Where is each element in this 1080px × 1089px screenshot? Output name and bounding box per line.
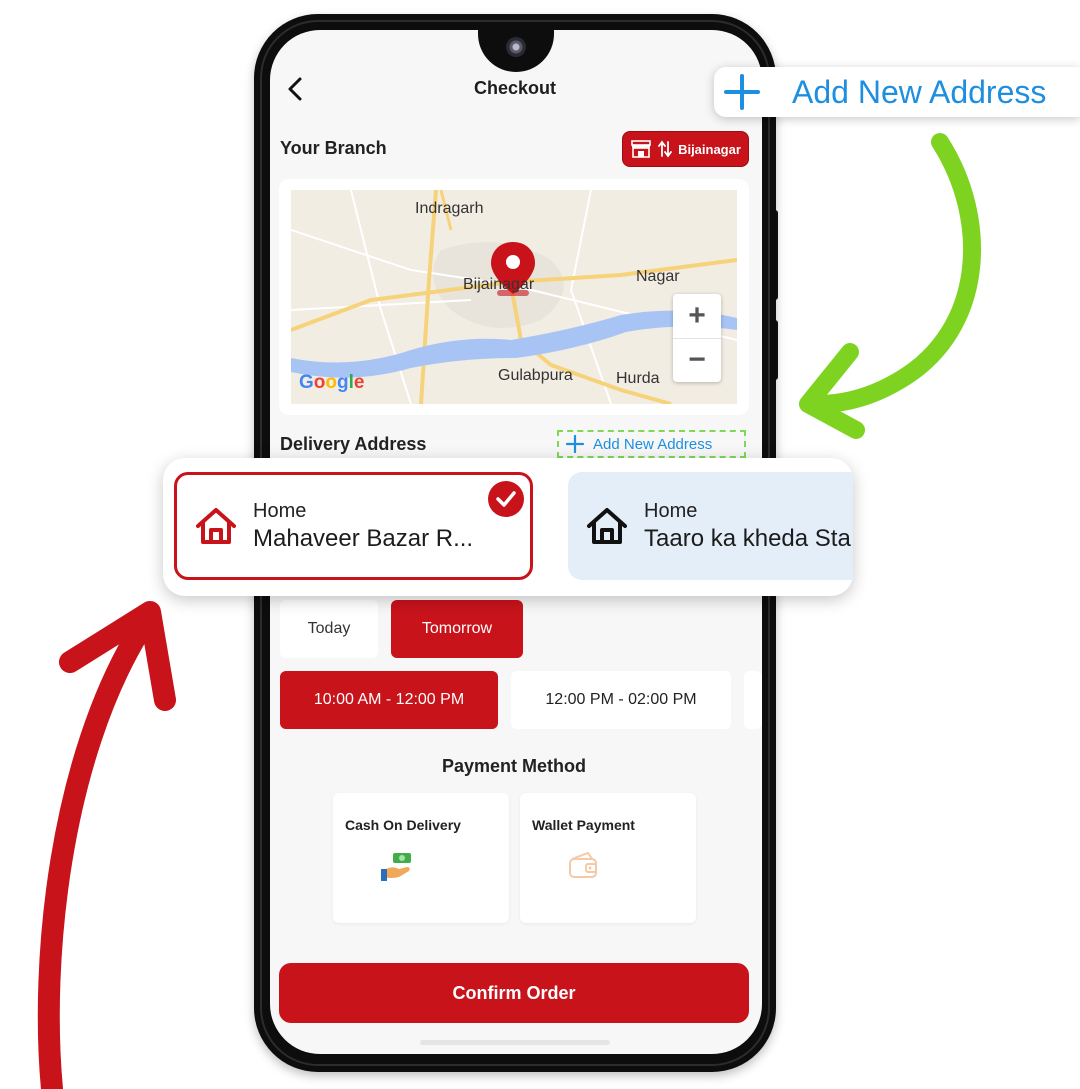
zoom-out-button[interactable]: − [673, 339, 721, 383]
payment-option-wallet[interactable]: Wallet Payment [520, 793, 696, 923]
payment-option-cod[interactable]: Cash On Delivery [333, 793, 509, 923]
delivery-address-label: Delivery Address [280, 434, 427, 454]
add-new-address-callout-label: Add New Address [792, 73, 1047, 110]
back-button[interactable] [282, 74, 310, 104]
selected-check-icon [488, 481, 524, 517]
payment-option-name: Wallet Payment [532, 817, 635, 833]
time-slot-3-partial[interactable] [744, 671, 762, 729]
map-label-bijainagar: Bijainagar [463, 276, 535, 293]
address-text: Home Mahaveer Bazar R... [253, 500, 473, 553]
cash-hand-icon [381, 853, 411, 881]
home-icon [587, 508, 627, 544]
day-tab-today[interactable]: Today [280, 600, 378, 658]
zoom-in-button[interactable]: + [673, 294, 721, 339]
address-type: Home [253, 499, 307, 522]
branch-selector-button[interactable]: Bijainagar [622, 131, 749, 167]
map-label-indragarh: Indragarh [415, 200, 484, 217]
home-indicator [420, 1040, 610, 1045]
address-card[interactable]: Home Taaro ka kheda Sta [568, 472, 853, 580]
wallet-icon [569, 851, 597, 878]
map-zoom-control: + − [673, 294, 721, 382]
add-new-address-label: Add New Address [593, 435, 713, 453]
red-arrow-icon [37, 619, 151, 1089]
chevron-left-icon [288, 77, 302, 101]
red-arrowhead-icon [59, 601, 176, 711]
address-selector-popup: Home Mahaveer Bazar R... Home Taaro ka k… [163, 458, 853, 596]
branch-label: Your Branch [280, 138, 387, 158]
address-line: Taaro ka kheda Sta [644, 524, 851, 552]
map-label-hurda: Hurda [616, 370, 660, 387]
google-logo: Google [299, 372, 365, 393]
plus-icon [724, 74, 760, 110]
green-arrowhead-icon [799, 343, 865, 439]
branch-map[interactable]: Indragarh Bijainagar Nagar Gulabpura Hur… [291, 190, 737, 404]
map-label-gulabpura: Gulabpura [498, 367, 573, 384]
time-slot-2[interactable]: 12:00 PM - 02:00 PM [511, 671, 731, 729]
green-arrow-icon [803, 133, 981, 414]
address-line: Mahaveer Bazar R... [253, 524, 474, 552]
add-new-address-callout[interactable]: Add New Address [714, 67, 1080, 117]
page-title: Checkout [473, 78, 556, 98]
swap-vertical-icon [658, 140, 672, 158]
day-tab-tomorrow[interactable]: Tomorrow [391, 600, 523, 658]
store-icon [631, 140, 651, 158]
home-icon [196, 508, 236, 544]
front-camera [506, 37, 526, 57]
add-new-address-link[interactable]: Add New Address [557, 430, 746, 458]
payment-option-name: Cash On Delivery [345, 817, 461, 833]
address-type: Home [644, 499, 698, 522]
address-card-selected[interactable]: Home Mahaveer Bazar R... [174, 472, 533, 580]
time-slot-1[interactable]: 10:00 AM - 12:00 PM [280, 671, 498, 729]
map-label-nagar: Nagar [636, 268, 680, 285]
address-text: Home Taaro ka kheda Sta [644, 500, 851, 553]
branch-name: Bijainagar [678, 141, 741, 157]
payment-method-label: Payment Method [441, 756, 587, 776]
plus-icon [565, 434, 585, 454]
confirm-order-button[interactable]: Confirm Order [279, 963, 749, 1023]
